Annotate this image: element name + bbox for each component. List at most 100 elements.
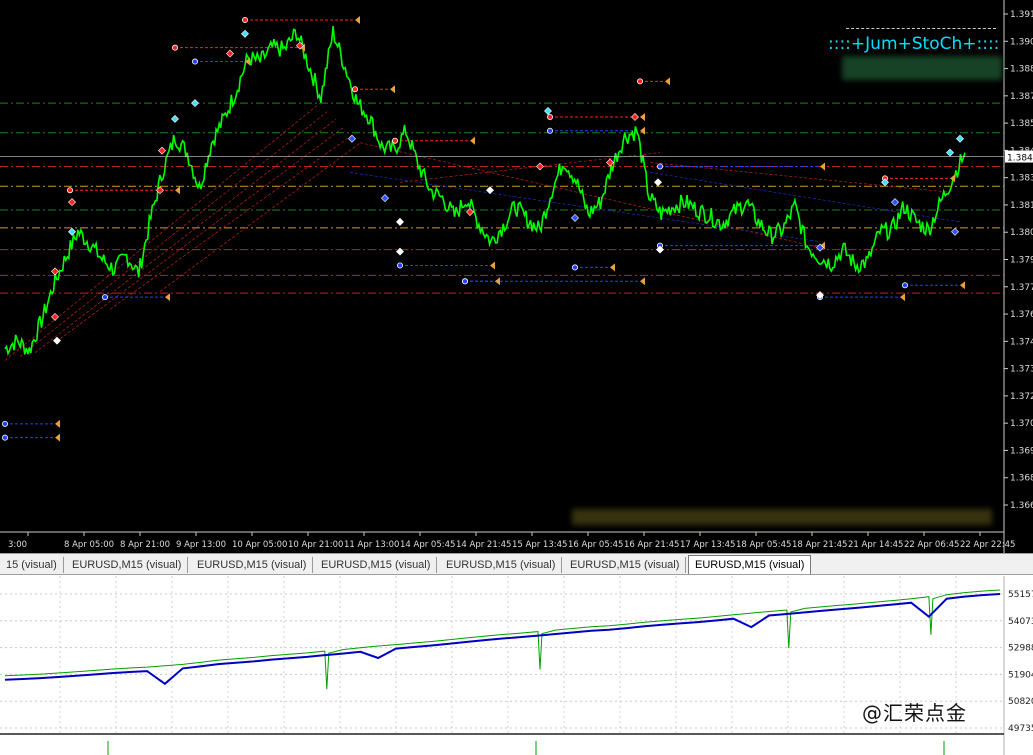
tab-chart-1[interactable]: 15 (visual) — [0, 557, 64, 573]
close-arrow-marker — [960, 281, 965, 290]
watermark: @汇荣点金 — [862, 701, 967, 725]
trade-dot-marker — [946, 148, 954, 157]
trade-dot-marker — [571, 213, 579, 222]
buy-entry-marker — [2, 420, 8, 427]
trade-connector — [359, 142, 821, 248]
close-arrow-marker — [495, 277, 500, 286]
indicator-dashed-line — [846, 28, 996, 29]
time-axis-label: 21 Apr 14:45 — [848, 540, 903, 550]
balance-axis: 55157 54073 52988 51904 50820 49735 — [1008, 590, 1033, 734]
order-level-lines — [0, 102, 1004, 294]
current-price-tag: 1.3843 — [0, 150, 1033, 164]
time-axis-label: 10 Apr 21:00 — [288, 540, 343, 550]
strategy-tester-window: 1.39151.39011.38871.38731.38591.38461.38… — [0, 0, 1033, 755]
price-axis-label: 1.3873 — [1010, 92, 1033, 102]
time-axis-label: 10 Apr 05:00 — [232, 540, 287, 550]
close-arrow-marker — [470, 136, 475, 145]
price-axis-label: 1.3680 — [1010, 474, 1033, 484]
trade-dot-marker — [68, 198, 76, 207]
close-arrow-marker — [640, 277, 645, 286]
close-arrow-marker — [55, 419, 60, 428]
buy-entry-marker — [547, 127, 554, 134]
blurred-overlay-bottom — [572, 509, 992, 525]
sell-entry-marker — [67, 187, 74, 194]
trade-dot-marker — [544, 107, 552, 115]
sell-entry-marker — [241, 16, 248, 23]
tab-chart-5[interactable]: EURUSD,M15 (visual) — [440, 557, 563, 573]
buy-entry-marker — [396, 262, 403, 269]
indicator-label: ::::+Jum+StoCh+:::: — [828, 34, 1000, 54]
price-chart[interactable]: 1.39151.39011.38871.38731.38591.38461.38… — [0, 0, 1033, 553]
trade-dot-marker — [348, 134, 356, 143]
price-axis-label: 1.3859 — [1010, 119, 1033, 129]
price-axis-label: 1.3667 — [1010, 501, 1033, 511]
buy-entry-marker — [902, 282, 909, 289]
sell-entry-marker — [547, 113, 554, 120]
time-axis-label: 22 Apr 06:45 — [904, 540, 959, 550]
close-arrow-marker — [610, 263, 615, 272]
time-axis-label: 8 Apr 05:00 — [64, 540, 114, 550]
buy-entry-marker — [461, 278, 468, 285]
price-axis-label: 1.3901 — [1010, 37, 1033, 47]
balance-line — [4, 593, 1001, 686]
trade-dot-marker — [536, 162, 544, 171]
close-arrow-marker — [640, 112, 645, 121]
buy-entry-marker — [191, 58, 198, 65]
trade-connector — [19, 110, 329, 357]
balance-axis-label: 54073 — [1008, 617, 1033, 627]
chart-tabs-bar: 15 (visual) EURUSD,M15 (visual) EURUSD,M… — [0, 553, 1033, 575]
trade-dot-marker — [891, 198, 899, 207]
blurred-overlay-top — [842, 56, 1002, 80]
time-axis-label: 14 Apr 21:45 — [456, 540, 511, 550]
tab-chart-6[interactable]: EURUSD,M15 (visual) — [564, 557, 687, 573]
close-arrow-marker — [490, 261, 495, 270]
time-axis-label: 18 Apr 21:45 — [792, 540, 847, 550]
trade-dot-marker — [226, 49, 234, 58]
time-axis-label: 17 Apr 13:45 — [680, 540, 735, 550]
price-axis-label: 1.3915 — [1010, 10, 1033, 20]
price-chart-canvas[interactable]: 1.39151.39011.38871.38731.38591.38461.38… — [0, 0, 1033, 553]
tab-chart-active[interactable]: EURUSD,M15 (visual) — [688, 555, 812, 574]
balance-chart-canvas[interactable]: 55157 54073 52988 51904 50820 49735 — [0, 576, 1033, 755]
price-axis-label: 1.3749 — [1010, 337, 1033, 347]
close-arrow-marker — [175, 186, 180, 195]
trade-dot-marker — [51, 267, 59, 276]
time-axis-label: 16 Apr 05:45 — [568, 540, 623, 550]
time-axis-label: 16 Apr 21:45 — [624, 540, 679, 550]
price-axis-label: 1.3805 — [1010, 228, 1033, 238]
trade-dot-marker — [51, 312, 59, 321]
tab-chart-2[interactable]: EURUSD,M15 (visual) — [66, 557, 189, 573]
buy-entry-marker — [2, 434, 8, 441]
balance-axis-label: 50820 — [1008, 697, 1033, 707]
balance-axis-label: 49735 — [1008, 724, 1033, 734]
trade-connector — [4, 102, 321, 361]
time-axis-label: 8 Apr 21:00 — [120, 540, 170, 550]
close-arrow-marker — [390, 85, 395, 94]
balance-axis-label: 52988 — [1008, 644, 1033, 654]
buy-entry-marker — [102, 294, 109, 301]
balance-equity-chart[interactable]: 55157 54073 52988 51904 50820 49735 — [0, 576, 1033, 755]
trade-dot-marker — [53, 336, 61, 345]
price-axis-label: 1.3708 — [1010, 419, 1033, 429]
trade-dot-marker — [951, 227, 959, 236]
balance-axis-label: 51904 — [1008, 670, 1033, 680]
price-axis-label: 1.3763 — [1010, 310, 1033, 320]
close-arrow-marker — [665, 77, 670, 86]
price-axis-label: 1.3791 — [1010, 256, 1033, 266]
time-axis-label: 9 Apr 13:00 — [176, 540, 226, 550]
balance-grid — [0, 576, 1004, 734]
price-axis-label: 1.3722 — [1010, 392, 1033, 402]
trade-dot-marker — [158, 146, 166, 155]
tab-chart-4[interactable]: EURUSD,M15 (visual) — [315, 557, 438, 573]
balance-axis-label: 55157 — [1008, 590, 1033, 600]
trade-dot-marker — [191, 99, 199, 108]
close-arrow-marker — [900, 293, 905, 302]
time-axis-label: 18 Apr 05:45 — [736, 540, 791, 550]
trade-connector — [109, 134, 353, 310]
tab-chart-3[interactable]: EURUSD,M15 (visual) — [191, 557, 314, 573]
sell-entry-marker — [637, 78, 644, 85]
buy-entry-marker — [657, 163, 664, 170]
price-axis-label: 1.3832 — [1010, 174, 1033, 184]
price-series-line — [4, 25, 966, 356]
time-axis-label: 22 Apr 22:45 — [960, 540, 1015, 550]
